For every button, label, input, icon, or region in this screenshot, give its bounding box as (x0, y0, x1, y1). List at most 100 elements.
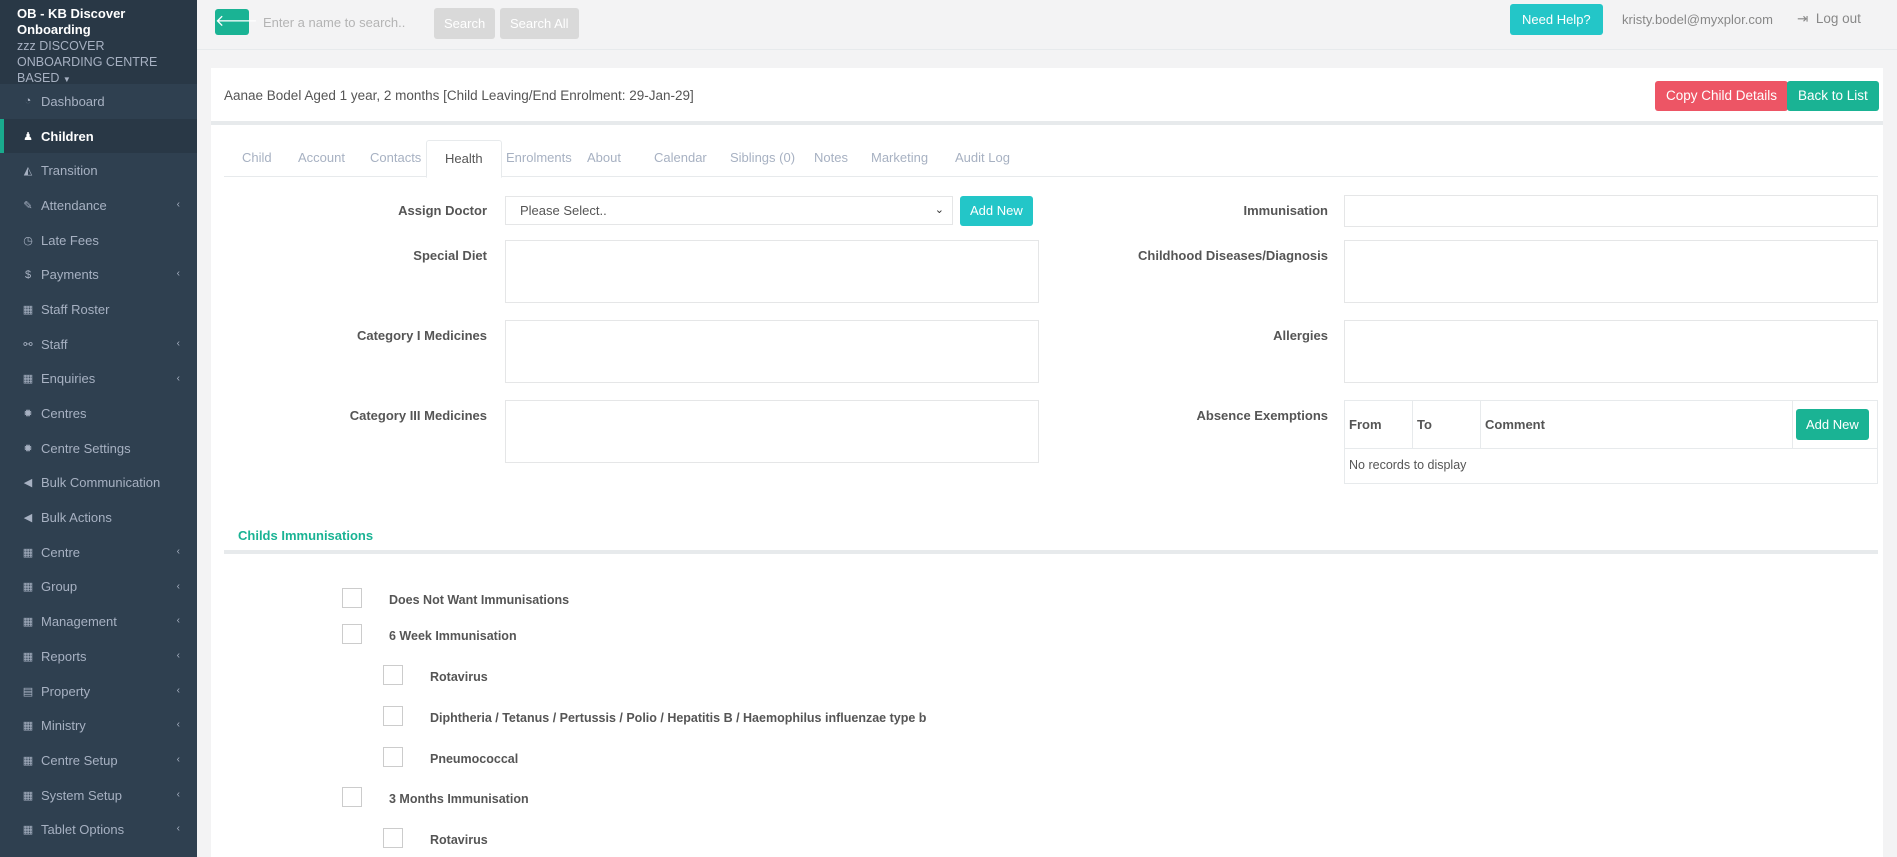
sidebar-item-label: Ministry (41, 718, 86, 734)
sidebar-item-label: Transition (41, 163, 98, 179)
immunisation-label: Immunisation (1243, 203, 1328, 218)
sign-out-icon: ⇥ (1797, 11, 1809, 26)
sidebar-item-management[interactable]: ▦ Management ‹ (0, 604, 197, 639)
sidebar-item-centre-settings[interactable]: ✹ Centre Settings (0, 431, 197, 466)
tab-about[interactable]: About (569, 140, 639, 177)
chevron-left-icon: ‹ (176, 788, 180, 800)
sidebar-item-children[interactable]: ♟ Children (0, 118, 197, 154)
sidebar-item-label: Management (41, 614, 117, 630)
column-to: To (1413, 401, 1481, 449)
grid-icon: ▦ (22, 581, 34, 594)
immunisation-label: 3 Months Immunisation (389, 792, 529, 806)
grid-icon: ▦ (22, 824, 34, 837)
empty-message: No records to display (1349, 458, 1467, 472)
child-header: Aanae Bodel Aged 1 year, 2 months [Child… (211, 68, 1883, 125)
category-1-medicines-field[interactable] (505, 320, 1039, 383)
sidebar-item-label: Centre (41, 544, 81, 560)
search-all-button[interactable]: Search All (500, 8, 579, 39)
gear-icon: ✹ (23, 408, 33, 421)
centre-switcher[interactable]: zzz DISCOVER ONBOARDING CENTRE BASED ▼ (17, 38, 181, 88)
sidebar-item-transition[interactable]: ◭ Transition (0, 153, 197, 188)
sidebar-item-label: Centre Setup (41, 752, 118, 768)
immunisation-label: Diphtheria / Tetanus / Pertussis / Polio… (430, 711, 927, 725)
special-diet-field[interactable] (505, 240, 1039, 303)
sidebar: OB - KB Discover Onboarding zzz DISCOVER… (0, 0, 197, 857)
sidebar-item-label: Staff (41, 336, 68, 352)
absence-exemptions-table: From To Comment Add New No records to di… (1344, 400, 1878, 484)
sidebar-item-dashboard[interactable]: ◔ Dashboard (0, 84, 197, 119)
user-email: kristy.bodel@myxplor.com (1622, 12, 1773, 27)
chevron-left-icon: ‹ (176, 823, 180, 835)
immunisation-checkbox[interactable] (383, 665, 403, 685)
immunisation-checkbox[interactable] (342, 787, 362, 807)
sidebar-item-centre[interactable]: ▦ Centre ‹ (0, 535, 197, 570)
sidebar-item-label: Children (41, 128, 94, 144)
grid-icon: ▦ (22, 546, 34, 559)
sidebar-item-attendance[interactable]: ✎ Attendance ‹ (0, 188, 197, 223)
sidebar-item-enquiries[interactable]: ▦ Enquiries ‹ (0, 362, 197, 397)
chevron-left-icon: ‹ (176, 719, 180, 731)
sidebar-item-ministry[interactable]: ▦ Ministry ‹ (0, 708, 197, 743)
category-3-medicines-field[interactable] (505, 400, 1039, 463)
immunisation-label: Does Not Want Immunisations (389, 593, 570, 607)
sidebar-item-bulk-communication[interactable]: ◀ Bulk Communication (0, 466, 197, 501)
sidebar-item-bulk-actions[interactable]: ◀ Bulk Actions (0, 500, 197, 535)
sidebar-item-label: Bulk Communication (41, 475, 161, 491)
chevron-left-icon: ‹ (176, 372, 180, 384)
tab-account[interactable]: Account (280, 140, 363, 177)
grid-icon: ▦ (22, 720, 34, 733)
immunisation-checkbox[interactable] (342, 588, 362, 608)
sidebar-item-centres[interactable]: ✹ Centres (0, 396, 197, 431)
chevron-down-icon: ⌄ (934, 204, 944, 216)
search-button[interactable]: Search (434, 8, 496, 39)
sidebar-item-group[interactable]: ▦ Group ‹ (0, 570, 197, 605)
sidebar-brand[interactable]: OB - KB Discover Onboarding zzz DISCOVER… (0, 0, 197, 85)
immunisation-label: Rotavirus (430, 670, 488, 684)
sidebar-item-late-fees[interactable]: ◷ Late Fees (0, 223, 197, 258)
graduation-cap-icon: ◭ (23, 165, 33, 178)
tab-audit-log[interactable]: Audit Log (937, 140, 1028, 177)
absence-exemptions-label: Absence Exemptions (1196, 408, 1329, 423)
sidebar-item-centre-setup[interactable]: ▦ Centre Setup ‹ (0, 743, 197, 778)
immunisation-checkbox[interactable] (383, 747, 403, 767)
immunisation-checkbox[interactable] (342, 624, 362, 644)
sidebar-item-system-setup[interactable]: ▦ System Setup ‹ (0, 778, 197, 813)
chevron-left-icon: ‹ (176, 545, 180, 557)
chevron-left-icon: ‹ (176, 684, 180, 696)
sidebar-item-label: System Setup (41, 787, 122, 803)
category-3-medicines-label: Category III Medicines (349, 408, 487, 423)
logout-link[interactable]: ⇥ Log out (1797, 11, 1861, 27)
sidebar-item-tablet-options[interactable]: ▦ Tablet Options ‹ (0, 812, 197, 847)
need-help-button[interactable]: Need Help? (1510, 4, 1603, 35)
copy-child-details-button[interactable]: Copy Child Details (1655, 81, 1789, 111)
add-doctor-button[interactable]: Add New (960, 196, 1033, 226)
sidebar-item-label: Centres (41, 406, 87, 422)
sidebar-item-label: Property (41, 683, 91, 699)
immunisation-field[interactable] (1344, 195, 1878, 227)
sidebar-item-reports[interactable]: ▦ Reports ‹ (0, 639, 197, 674)
back-to-list-button[interactable]: Back to List (1787, 81, 1879, 111)
bullhorn-icon: ◀ (23, 477, 33, 490)
absence-table-header: From To Comment Add New (1345, 401, 1877, 449)
back-arrow-button[interactable]: 🡐 (215, 9, 258, 35)
childhood-diseases-field[interactable] (1344, 240, 1878, 303)
bullhorn-icon: ◀ (23, 512, 33, 525)
sidebar-item-payments[interactable]: $ Payments ‹ (0, 257, 197, 292)
immunisation-checkbox[interactable] (383, 706, 403, 726)
sidebar-item-label: Dashboard (41, 93, 105, 109)
sitemap-icon: ⚯ (23, 338, 33, 351)
tab-marketing[interactable]: Marketing (853, 140, 946, 177)
sidebar-item-staff[interactable]: ⚯ Staff ‹ (0, 327, 197, 362)
sidebar-item-label: Staff Roster (41, 301, 110, 317)
clock-icon: ◷ (23, 234, 33, 247)
allergies-field[interactable] (1344, 320, 1878, 383)
search-input[interactable] (257, 9, 417, 35)
sidebar-item-label: Centre Settings (41, 440, 131, 456)
immunisation-checkbox[interactable] (383, 828, 403, 848)
add-absence-button[interactable]: Add New (1796, 409, 1869, 440)
sidebar-item-label: Attendance (41, 197, 107, 213)
sidebar-item-property[interactable]: ▤ Property ‹ (0, 674, 197, 709)
sidebar-item-staff-roster[interactable]: ▦ Staff Roster (0, 292, 197, 327)
chevron-left-icon: ‹ (176, 580, 180, 592)
doctor-select[interactable]: Please Select.. ⌄ (505, 196, 953, 225)
